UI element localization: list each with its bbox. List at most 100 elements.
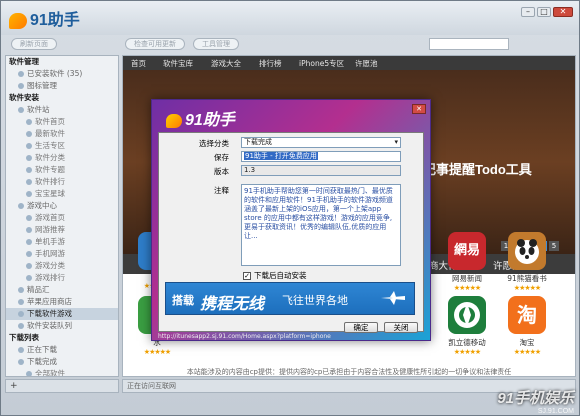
refresh-button[interactable]: 刷新页面	[11, 38, 57, 50]
bullet-icon	[26, 239, 32, 245]
sidebar-item[interactable]: 软件管理	[6, 56, 118, 68]
category-select[interactable]: 下载完成 ▾	[241, 137, 401, 148]
save-field-value: 91助手 - 打开免费应用	[244, 152, 318, 160]
ad-banner[interactable]: 搭载 携程无线 飞往世界各地	[165, 282, 415, 315]
sidebar-item[interactable]: 软件排行	[6, 176, 118, 188]
bullet-icon	[18, 71, 24, 77]
sidebar-item[interactable]: 图标管理	[6, 80, 118, 92]
sidebar-item[interactable]: 苹果应用商店	[6, 296, 118, 308]
sidebar-item[interactable]: 游戏排行	[6, 272, 118, 284]
category-select-value: 下载完成	[244, 138, 272, 146]
app-name: 网易新闻	[452, 274, 482, 283]
sidebar-item[interactable]: 全部软件	[6, 368, 118, 376]
sidebar-item[interactable]: 下载列表	[6, 332, 118, 344]
bullet-icon	[18, 107, 24, 113]
bullet-icon	[26, 167, 32, 173]
sidebar-item-label: 游戏中心	[27, 201, 57, 210]
sidebar-item[interactable]: 游戏中心	[6, 200, 118, 212]
sidebar-item-label: 生活专区	[35, 141, 65, 150]
sidebar-item-label: 软件安装队列	[27, 321, 72, 330]
sidebar-item-label: 手机网游	[35, 249, 65, 258]
auto-install-checkbox[interactable]: ✓ 下载后自动安装	[243, 270, 307, 281]
bullet-icon	[26, 275, 32, 281]
dialog-logo: 91助手	[166, 106, 235, 130]
bullet-icon	[26, 263, 32, 269]
nav-wishpool[interactable]: 许愿池	[355, 58, 378, 69]
sidebar-item[interactable]: 软件安装队列	[6, 320, 118, 332]
maximize-button[interactable]: □	[537, 7, 551, 17]
app-title: 91助手	[30, 12, 80, 29]
app-card-netease-news[interactable]: 網易 网易新闻 ★★★★★	[437, 232, 497, 292]
tool-manage-button[interactable]: 工具管理	[193, 38, 239, 50]
sidebar-item[interactable]: 网游推荐	[6, 224, 118, 236]
sidebar-add-button[interactable]: +	[5, 379, 119, 393]
logo-icon	[9, 12, 27, 29]
nav-ranking[interactable]: 排行榜	[259, 58, 282, 69]
sidebar-item[interactable]: 软件安装	[6, 92, 118, 104]
sidebar-item[interactable]: 宝宝星球	[6, 188, 118, 200]
top-nav: 首页 软件宝库 游戏大全 排行榜 iPhone5专区 许愿池	[123, 56, 575, 70]
logo-icon	[166, 113, 182, 128]
sidebar-item-label: 软件分类	[35, 153, 65, 162]
ad-text-3: 飞往世界各地	[282, 294, 348, 307]
panda-icon	[508, 232, 546, 270]
dialog-url: http://itunesapp2.sj.91.com/Home.aspx?pl…	[158, 333, 331, 340]
sidebar-item[interactable]: 软件专题	[6, 164, 118, 176]
nav-iphone5[interactable]: iPhone5专区	[299, 58, 344, 69]
search-input[interactable]	[429, 38, 509, 50]
sidebar-item[interactable]: 游戏分类	[6, 260, 118, 272]
version-field[interactable]: 1.3	[241, 165, 401, 176]
bullet-icon	[26, 155, 32, 161]
cancel-button[interactable]: 关闭	[384, 322, 418, 333]
category-label: 选择分类	[199, 139, 229, 148]
bullet-icon	[18, 83, 24, 89]
sidebar-item[interactable]: 已安装软件 (35)	[6, 68, 118, 80]
sidebar-item-label: 软件站	[27, 105, 50, 114]
note-textarea[interactable]: 91手机助手帮助您第一时间获取最热门、最优质的软件和应用软件！91手机助手的软件…	[241, 184, 401, 266]
sidebar-item-label: 最新软件	[35, 129, 65, 138]
sidebar-item[interactable]: 软件分类	[6, 152, 118, 164]
sidebar-item-label: 软件专题	[35, 165, 65, 174]
bullet-icon	[18, 287, 24, 293]
dialog-close-icon[interactable]: ✕	[412, 104, 426, 114]
watermark: 91手机娱乐	[497, 390, 574, 407]
bullet-icon	[18, 347, 24, 353]
sidebar-item[interactable]: 单机手游	[6, 236, 118, 248]
airplane-icon	[381, 291, 405, 305]
app-card-panda-reader[interactable]: 91熊猫看书 ★★★★★	[497, 232, 557, 292]
sidebar-item[interactable]: 游戏首页	[6, 212, 118, 224]
bullet-icon	[18, 359, 24, 365]
save-field[interactable]: 91助手 - 打开免费应用	[241, 151, 401, 162]
sidebar-item[interactable]: 下载软件游戏	[6, 308, 118, 320]
bullet-icon	[18, 311, 24, 317]
close-button[interactable]: ✕	[553, 7, 573, 17]
app-card-careland[interactable]: 凯立德移动 ★★★★★	[437, 296, 497, 356]
sidebar-item[interactable]: 手机网游	[6, 248, 118, 260]
nav-software[interactable]: 软件宝库	[163, 58, 193, 69]
sidebar-item[interactable]: 软件首页	[6, 116, 118, 128]
sidebar-item[interactable]: 下载完成	[6, 356, 118, 368]
version-label: 版本	[214, 167, 229, 176]
sidebar-item-label: 宝宝星球	[35, 189, 65, 198]
dialog-title: 91助手	[185, 112, 235, 129]
nav-games[interactable]: 游戏大全	[211, 58, 241, 69]
sidebar-item[interactable]: 精品汇	[6, 284, 118, 296]
bullet-icon	[26, 215, 32, 221]
sidebar-item-label: 下载软件游戏	[27, 309, 72, 318]
status-text: 正在访问互联网	[127, 382, 176, 390]
minimize-button[interactable]: –	[521, 7, 535, 17]
save-label: 保存	[214, 153, 229, 162]
sidebar-item[interactable]: 软件站	[6, 104, 118, 116]
note-label: 注释	[214, 186, 229, 195]
check-update-button[interactable]: 检查可用更新	[125, 38, 185, 50]
bullet-icon	[26, 191, 32, 197]
app-card-taobao[interactable]: 淘 淘宝 ★★★★★	[497, 296, 557, 356]
sidebar-item[interactable]: 生活专区	[6, 140, 118, 152]
nav-home[interactable]: 首页	[131, 58, 146, 69]
bullet-icon	[26, 371, 32, 376]
sidebar-item[interactable]: 正在下载	[6, 344, 118, 356]
sidebar-item[interactable]: 最新软件	[6, 128, 118, 140]
dialog-title-bar[interactable]: 91助手 ✕	[152, 100, 430, 132]
ok-button[interactable]: 确定	[344, 322, 378, 333]
sidebar-item-label: 精品汇	[27, 285, 50, 294]
